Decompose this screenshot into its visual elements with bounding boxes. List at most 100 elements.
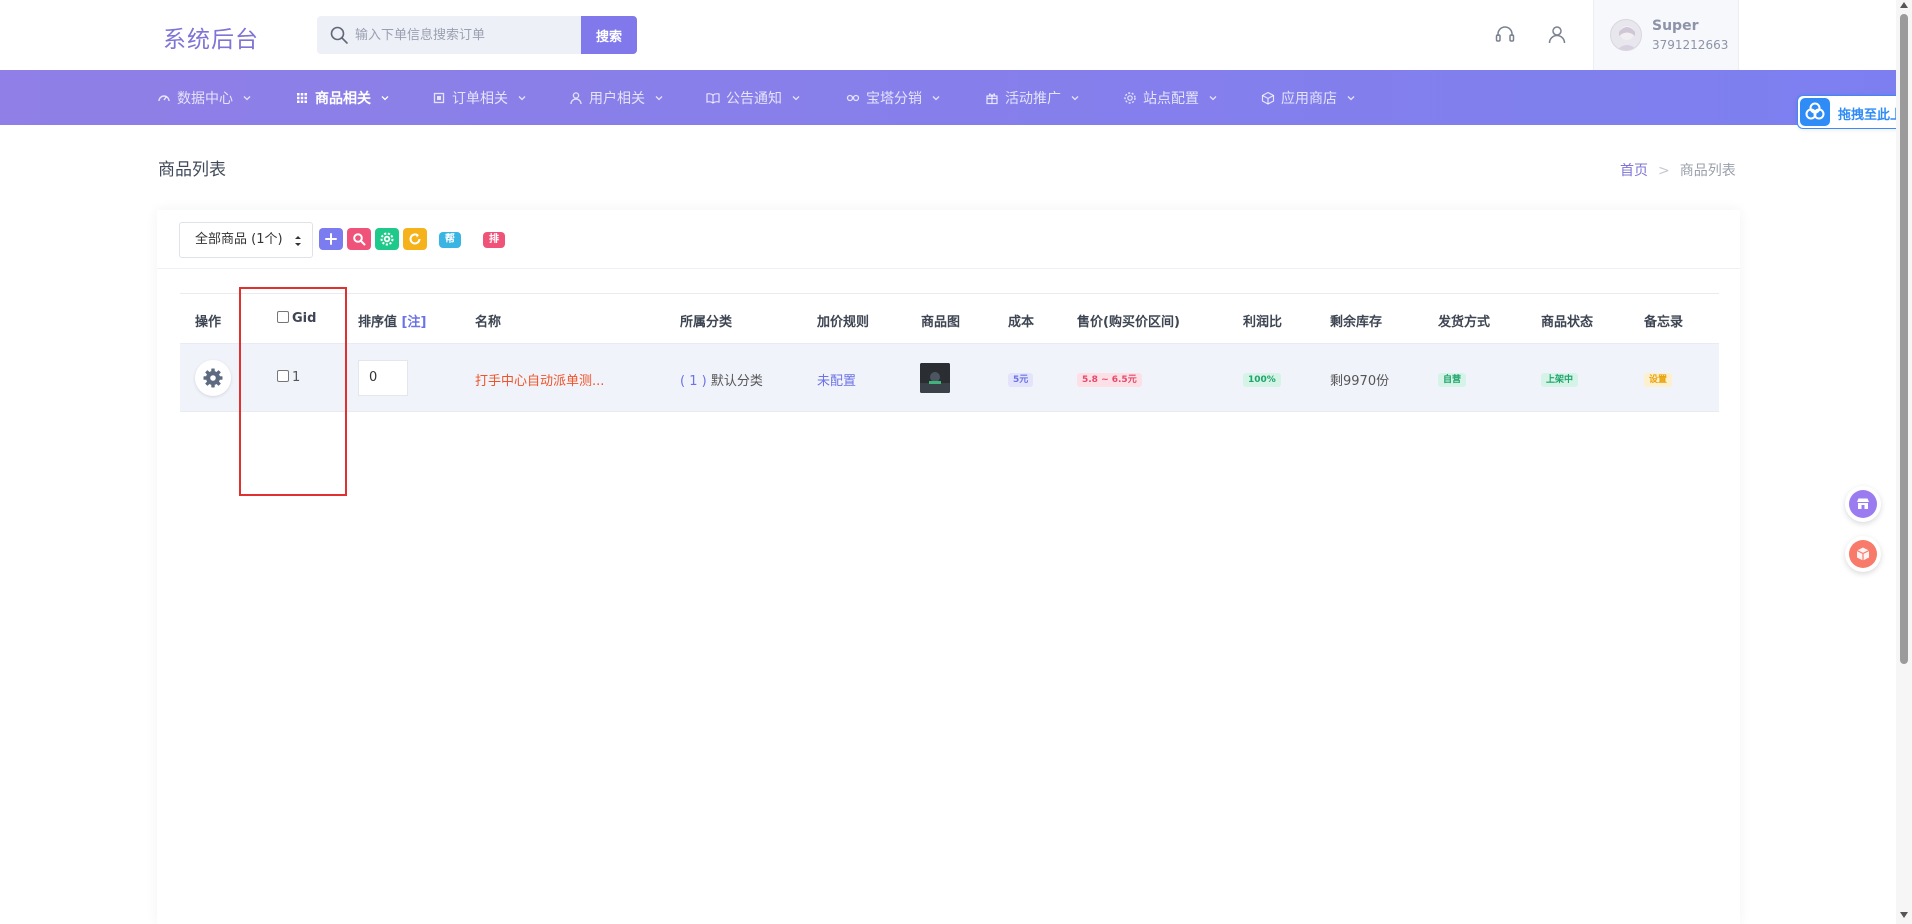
cell-memo: 设置	[1644, 371, 1673, 387]
gift-icon	[986, 92, 998, 104]
profit-badge: 100%	[1243, 373, 1281, 387]
float-store-button[interactable]	[1845, 486, 1881, 522]
sort-value-input[interactable]: 0	[358, 360, 408, 396]
chevron-down-icon	[655, 95, 663, 100]
search-button[interactable]: 搜索	[581, 16, 637, 54]
upload-drop-widget[interactable]: 拖拽至此上传	[1797, 95, 1912, 129]
price-badge: 5.8 ~ 6.5元	[1077, 373, 1142, 387]
highlight-annotation-box	[239, 287, 347, 496]
breadcrumb-home[interactable]: 首页	[1620, 163, 1648, 179]
nav-item-label: 站点配置	[1143, 90, 1199, 107]
nav-item-orders[interactable]: 订单相关	[432, 70, 527, 125]
headset-icon[interactable]	[1493, 23, 1517, 47]
th-stock: 剩余库存	[1330, 315, 1383, 330]
nav-item-promotion[interactable]: 活动推广	[985, 70, 1080, 125]
page-title: 商品列表	[158, 160, 226, 180]
search-icon	[330, 26, 348, 44]
chevron-down-icon	[792, 95, 800, 100]
chevron-down-icon	[1071, 95, 1079, 100]
add-button[interactable]	[319, 228, 343, 250]
cost-badge: 5元	[1008, 373, 1034, 387]
memo-badge[interactable]: 设置	[1644, 373, 1673, 387]
user-id: 3791212663	[1652, 38, 1729, 52]
th-sort: 排序值 [注]	[358, 311, 426, 330]
th-op: 操作	[195, 315, 222, 330]
category-name: 默认分类	[710, 374, 763, 389]
gear-icon	[1124, 91, 1136, 104]
nav-item-app-store[interactable]: 应用商店	[1261, 70, 1356, 125]
product-thumbnail[interactable]	[920, 363, 950, 393]
stock-value: 剩9970份	[1330, 374, 1390, 389]
nav-item-label: 宝塔分销	[866, 90, 922, 107]
user-profile-icon[interactable]	[1545, 23, 1569, 47]
chevron-down-icon	[243, 95, 251, 100]
nav-item-label: 数据中心	[177, 90, 233, 107]
cell-price: 5.8 ~ 6.5元	[1077, 371, 1142, 387]
page-scrollbar[interactable]	[1896, 0, 1912, 924]
nav-item-announcements[interactable]: 公告通知	[706, 70, 801, 125]
refresh-icon	[409, 233, 421, 245]
sort-note-link[interactable]: [注]	[402, 315, 427, 330]
search-products-button[interactable]	[347, 228, 371, 250]
float-cube-button[interactable]	[1845, 536, 1881, 572]
product-name-link[interactable]: 打手中心自动派单测...	[475, 370, 604, 389]
box-icon	[1261, 91, 1275, 105]
nav-item-label: 应用商店	[1281, 90, 1337, 107]
scroll-up-arrow[interactable]	[1900, 2, 1908, 8]
gear-icon	[203, 368, 223, 388]
sort-button[interactable]: 排序	[483, 232, 505, 261]
markup-rule-link[interactable]: 未配置	[817, 370, 856, 389]
breadcrumb-separator: >	[1658, 163, 1670, 179]
settings-button[interactable]	[375, 228, 399, 250]
app-logo[interactable]: 系统后台	[163, 20, 259, 54]
nav-item-label: 公告通知	[726, 90, 782, 107]
table-row: 1 0 打手中心自动派单测... ( 1 ) 默认分类 未配置 5元 5.8 ~…	[180, 344, 1719, 412]
th-cost: 成本	[1008, 315, 1035, 330]
nav-item-site-config[interactable]: 站点配置	[1123, 70, 1218, 125]
nav-item-data-center[interactable]: 数据中心	[157, 70, 252, 125]
scroll-down-arrow[interactable]	[1900, 912, 1908, 918]
nav-item-label: 用户相关	[589, 90, 645, 107]
magnifier-icon	[353, 233, 366, 246]
order-search: 搜索	[317, 16, 637, 54]
th-markup: 加价规则	[817, 315, 870, 330]
category-count: ( 1 )	[680, 374, 707, 389]
chevron-down-icon	[1347, 95, 1355, 100]
delivery-badge: 自营	[1438, 373, 1467, 387]
th-delivery: 发货方式	[1438, 315, 1491, 330]
nav-item-distribution[interactable]: 宝塔分销	[846, 70, 941, 125]
th-status: 商品状态	[1541, 315, 1594, 330]
user-name: Super	[1652, 18, 1699, 34]
cell-delivery: 自营	[1438, 371, 1467, 387]
product-list-card: 全部商品 (1个) 帮助 排序 操作 Gid 排序值 [注] 名称 所属分类 加…	[157, 210, 1740, 924]
nav-item-products[interactable]: 商品相关	[295, 70, 390, 125]
status-badge[interactable]: 上架中	[1541, 373, 1579, 387]
user-panel[interactable]: Super 3791212663	[1593, 0, 1739, 70]
cube-icon	[1849, 540, 1877, 568]
select-value: 全部商品 (1个)	[195, 232, 283, 247]
product-filter-select[interactable]: 全部商品 (1个)	[179, 222, 313, 258]
refresh-button[interactable]	[403, 228, 427, 250]
link-icon	[846, 94, 860, 101]
th-sort-label: 排序值	[358, 315, 398, 330]
cell-profit: 100%	[1243, 371, 1281, 387]
th-memo: 备忘录	[1644, 315, 1684, 330]
nav-item-label: 活动推广	[1005, 90, 1061, 107]
select-arrows-icon	[295, 236, 301, 246]
row-actions-button[interactable]	[195, 360, 231, 396]
gear-icon	[380, 232, 394, 246]
cloud-icon	[1800, 98, 1830, 126]
th-image: 商品图	[921, 315, 961, 330]
order-icon	[433, 92, 445, 103]
cell-cost: 5元	[1008, 371, 1034, 387]
search-input[interactable]	[355, 16, 575, 54]
cell-status: 上架中	[1541, 371, 1579, 387]
user-icon	[570, 91, 582, 104]
book-icon	[706, 92, 720, 104]
scroll-thumb[interactable]	[1900, 14, 1908, 664]
help-button[interactable]: 帮助	[439, 232, 461, 261]
cell-category: ( 1 ) 默认分类	[680, 370, 763, 389]
th-name: 名称	[475, 315, 502, 330]
nav-item-users[interactable]: 用户相关	[569, 70, 664, 125]
avatar	[1610, 19, 1642, 51]
